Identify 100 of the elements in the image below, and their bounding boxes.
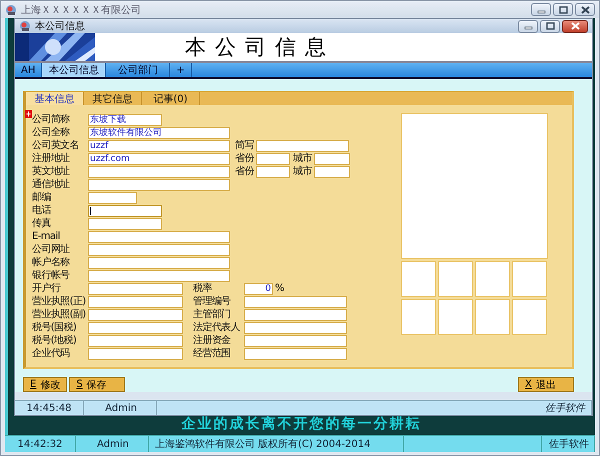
input-field[interactable]: 东坡下载 (88, 114, 162, 126)
input-field[interactable] (88, 218, 162, 230)
input-field[interactable] (88, 204, 162, 216)
field-label: 企业代码 (32, 348, 71, 360)
action-button[interactable]: X 退出 (518, 377, 574, 392)
thumbnail-frame[interactable] (475, 261, 510, 297)
field-label: 注册地址 (32, 152, 71, 164)
thumbnail-frame[interactable] (401, 261, 436, 297)
close-button[interactable] (575, 3, 595, 16)
input-field[interactable] (244, 308, 347, 320)
input-field[interactable] (88, 282, 183, 294)
field-label: 简写 (235, 140, 255, 152)
status-brand: 佐手软件 (159, 401, 592, 415)
field-label: 营业执照(正) (32, 296, 87, 308)
input-field[interactable] (256, 140, 349, 152)
close-button[interactable] (562, 20, 588, 32)
input-field[interactable] (244, 334, 347, 346)
action-button[interactable]: E 修改 (23, 377, 68, 392)
thumbnail-frame[interactable] (512, 299, 547, 335)
slogan-text: 企业的成长离不开您的每一分耕耘 (182, 416, 422, 433)
field-label: 公司简称 (32, 114, 71, 126)
input-field[interactable]: uzzf.com (88, 152, 230, 164)
field-label: 营业执照(副) (32, 308, 87, 320)
field-label: 通信地址 (32, 178, 71, 190)
maximize-icon (544, 21, 556, 31)
input-field[interactable]: 0 (244, 282, 273, 294)
input-field[interactable] (88, 334, 183, 346)
field-label: 英文地址 (32, 166, 71, 178)
field-label: 电话 (32, 204, 52, 216)
field-label: 省份 (235, 152, 255, 164)
window-title: 上海ＸＸＸＸＸＸ有限公司 (21, 4, 142, 16)
tab[interactable]: 基本信息 (26, 92, 84, 105)
input-field[interactable] (88, 348, 183, 360)
input-field[interactable] (88, 166, 230, 178)
field-label: 公司全称 (32, 126, 71, 138)
tab[interactable]: + (170, 63, 192, 77)
maximize-button[interactable] (553, 3, 573, 16)
banner-title: 本公司信息 (185, 34, 335, 61)
tab[interactable]: 记事(0) (142, 92, 200, 105)
thumbnail-frame[interactable] (401, 299, 436, 335)
app-icon (19, 20, 31, 32)
field-label: 经营范围 (193, 348, 232, 360)
close-icon (568, 21, 582, 31)
input-field[interactable]: uzzf (88, 140, 230, 152)
field-label: 公司网址 (32, 244, 71, 256)
photo-frame[interactable] (401, 113, 548, 259)
unit-label: % (275, 283, 285, 294)
field-label: 城市 (293, 166, 314, 178)
field-label: 帐户名称 (32, 256, 71, 268)
status-time: 14:42:32 (5, 436, 76, 452)
input-field[interactable] (88, 270, 230, 282)
action-button[interactable]: S 保存 (69, 377, 126, 392)
input-field[interactable] (314, 166, 350, 178)
field-label: 税率 (193, 282, 213, 294)
minimize-button[interactable] (531, 3, 551, 16)
maximize-icon (556, 4, 570, 14)
input-field[interactable] (256, 152, 290, 164)
input-field[interactable] (88, 296, 183, 308)
tab[interactable]: 本公司信息 (42, 63, 106, 77)
input-field[interactable] (88, 244, 230, 256)
field-label: 城市 (293, 152, 314, 164)
field-label: 公司英文名 (32, 140, 80, 152)
input-field[interactable] (88, 192, 137, 204)
thumbnail-frame[interactable] (512, 261, 547, 297)
expand-icon[interactable] (25, 110, 32, 118)
thumbnail-frame[interactable] (475, 299, 510, 335)
input-field[interactable] (88, 308, 183, 320)
thumbnail-frame[interactable] (438, 261, 473, 297)
field-label: 传真 (32, 218, 52, 230)
thumbnail-frame[interactable] (438, 299, 473, 335)
field-label: 税号(国税) (32, 322, 78, 334)
window-title: 本公司信息 (35, 20, 86, 33)
field-label: 主管部门 (193, 308, 232, 320)
tab[interactable]: 公司部门 (106, 63, 170, 77)
field-label: 注册资金 (193, 334, 232, 346)
input-field[interactable] (256, 166, 290, 178)
input-field[interactable] (244, 296, 347, 308)
input-field[interactable] (88, 322, 183, 334)
field-label: 银行帐号 (32, 270, 71, 282)
status-user: Admin (78, 436, 149, 452)
app-icon (5, 4, 17, 16)
field-label: 开户行 (32, 282, 62, 294)
input-field[interactable] (88, 256, 230, 268)
input-field[interactable] (88, 230, 230, 242)
field-label: 邮编 (32, 192, 52, 204)
maximize-button[interactable] (540, 20, 560, 32)
input-field[interactable]: 东坡软件有限公司 (88, 126, 230, 138)
status-time: 14:45:48 (15, 401, 84, 415)
input-field[interactable] (314, 152, 350, 164)
status-brand: 佐手软件 (544, 436, 595, 452)
tab[interactable]: 其它信息 (84, 92, 142, 105)
minimize-button[interactable] (518, 20, 538, 32)
input-field[interactable] (244, 348, 347, 360)
close-icon (578, 4, 592, 14)
field-label: 税号(地税) (32, 334, 78, 346)
input-field[interactable] (244, 322, 347, 334)
field-label: 管理编号 (193, 296, 232, 308)
field-label: 省份 (235, 166, 255, 178)
input-field[interactable] (88, 178, 230, 190)
status-user: Admin (86, 401, 157, 415)
